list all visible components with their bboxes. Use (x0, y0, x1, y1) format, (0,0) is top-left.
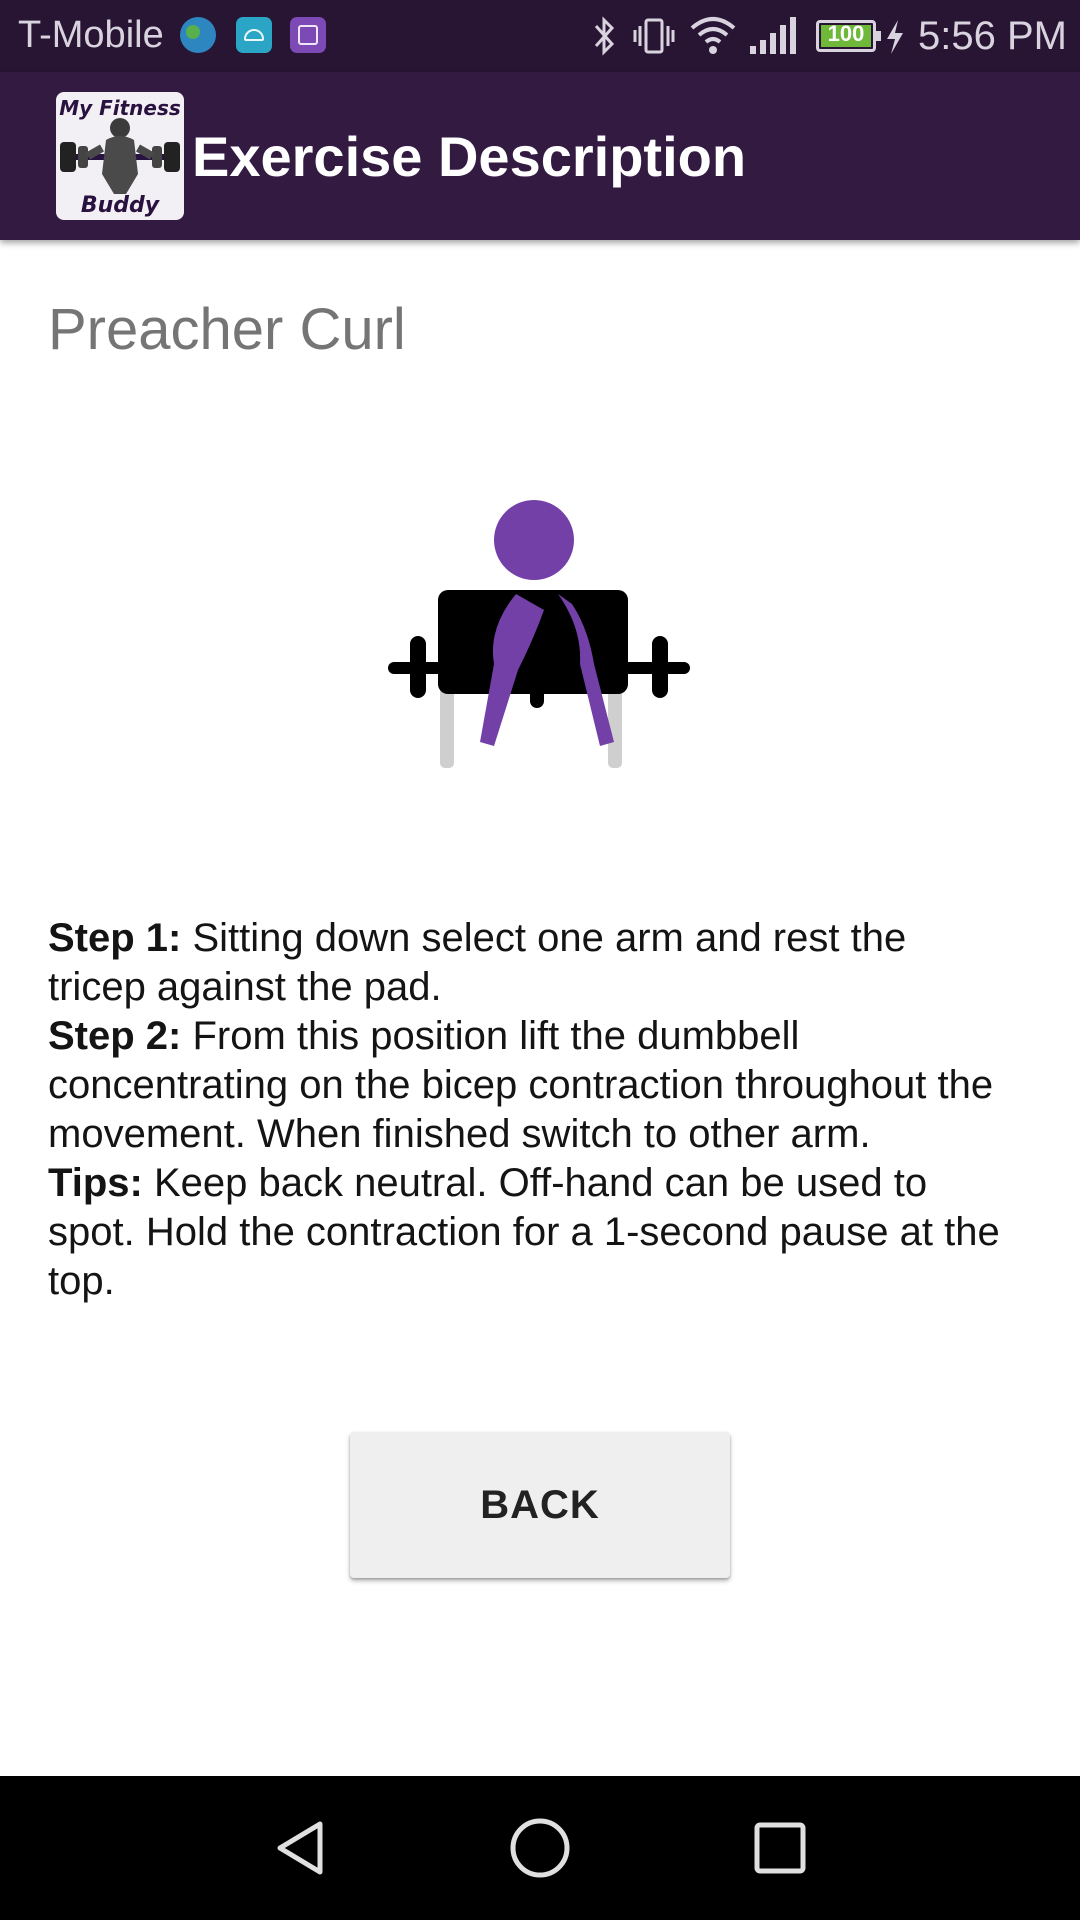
cell-signal-icon (750, 17, 796, 54)
back-nav-button[interactable] (220, 1776, 380, 1920)
step-2-label: Step 2: (48, 1014, 182, 1058)
back-nav-icon (277, 1821, 323, 1875)
app-bar: My Fitness Buddy Exercise Description (0, 72, 1080, 240)
home-nav-button[interactable] (460, 1776, 620, 1920)
tips: Tips: Keep back neutral. Off-hand can be… (48, 1159, 1008, 1306)
preacher-curl-illustration (388, 500, 690, 768)
carrier-name: T-Mobile (18, 14, 164, 56)
navigation-bar (0, 1776, 1080, 1920)
exercise-name: Preacher Curl (48, 297, 406, 362)
wifi-icon (690, 17, 736, 54)
step-1: Step 1: Sitting down select one arm and … (48, 914, 1008, 1012)
step-2-text: From this position lift the dumbbell con… (48, 1014, 994, 1156)
step-1-label: Step 1: (48, 916, 182, 960)
battery-level: 100 (827, 21, 865, 46)
recents-nav-icon (754, 1822, 806, 1874)
tips-text: Keep back neutral. Off-hand can be used … (48, 1161, 1000, 1303)
bluetooth-icon (594, 16, 615, 56)
gallery-icon (290, 17, 326, 53)
status-bar: T-Mobile 100 5:56 PM (0, 0, 1080, 72)
step-2: Step 2: From this position lift the dumb… (48, 1012, 1008, 1159)
tips-label: Tips: (48, 1161, 143, 1205)
logo-text-bottom: Buddy (80, 193, 160, 218)
weightlifter-icon (60, 118, 180, 194)
page-title: Exercise Description (192, 125, 747, 188)
recents-nav-button[interactable] (700, 1776, 860, 1920)
battery-icon: 100 (816, 20, 881, 52)
app-logo: My Fitness Buddy (56, 92, 184, 220)
exercise-description: Step 1: Sitting down select one arm and … (48, 914, 1008, 1306)
globe-icon (180, 17, 216, 53)
home-nav-icon (510, 1818, 570, 1878)
android-icon (236, 17, 272, 53)
back-button[interactable]: BACK (350, 1432, 730, 1578)
charging-icon (887, 20, 903, 54)
vibrate-icon (633, 18, 675, 54)
clock: 5:56 PM (918, 14, 1067, 58)
